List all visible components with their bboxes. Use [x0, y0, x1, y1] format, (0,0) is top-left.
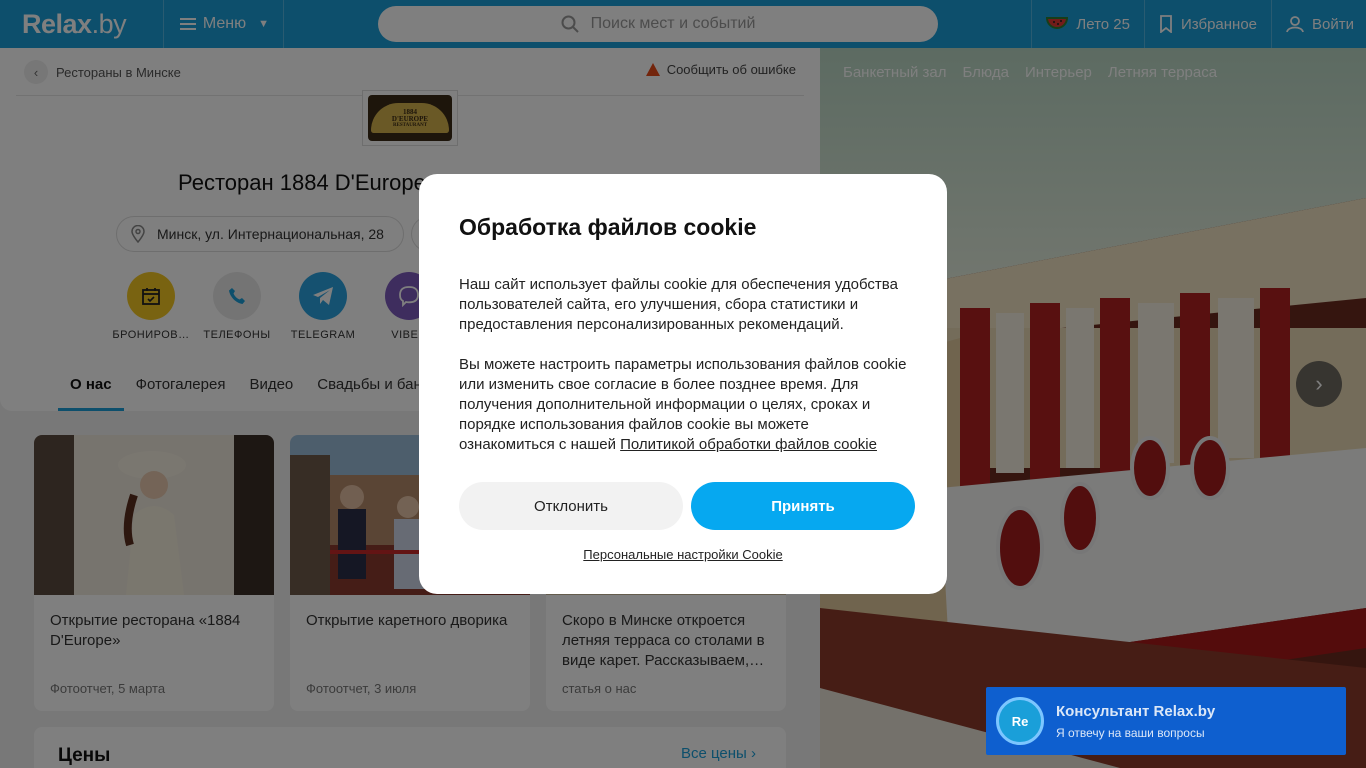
- decline-button[interactable]: Отклонить: [459, 482, 683, 530]
- accept-button[interactable]: Принять: [691, 482, 915, 530]
- consultant-subtitle: Я отвечу на ваши вопросы: [1056, 725, 1205, 740]
- cookie-buttons: Отклонить Принять: [459, 482, 915, 530]
- cookie-text-2: Вы можете настроить параметры использова…: [459, 356, 907, 453]
- consultant-widget[interactable]: Re Консультант Relax.by Я отвечу на ваши…: [986, 687, 1346, 755]
- cookie-title: Обработка файлов cookie: [459, 214, 757, 240]
- cookie-policy-link[interactable]: Политикой обработки файлов cookie: [620, 436, 877, 453]
- consultant-title: Консультант Relax.by: [1056, 702, 1216, 720]
- personal-cookie-settings-link[interactable]: Персональные настройки Cookie: [419, 547, 947, 562]
- cookie-text-1: Наш сайт использует файлы cookie для обе…: [459, 276, 898, 333]
- avatar: Re: [996, 697, 1044, 745]
- cookie-dialog: Обработка файлов cookie Наш сайт использ…: [419, 174, 947, 594]
